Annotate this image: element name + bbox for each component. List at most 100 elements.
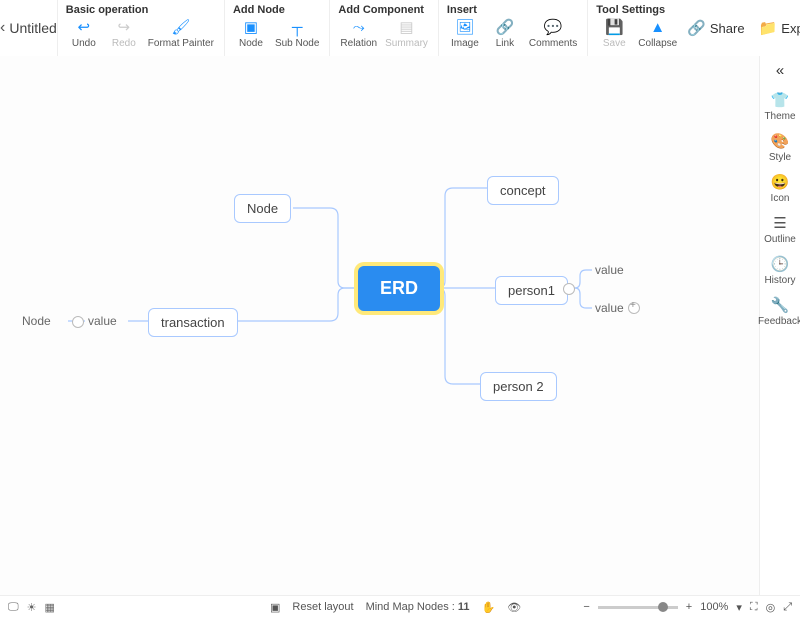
insert-link-button[interactable]: 🔗 Link — [487, 18, 523, 49]
sidebar-outline[interactable]: ☰Outline — [760, 210, 800, 249]
share-label: Share — [710, 21, 745, 36]
subnode-icon: ┬ — [288, 18, 306, 36]
sidebar-style[interactable]: 🎨 Style — [760, 128, 800, 167]
leaf-value-1[interactable]: value — [595, 263, 624, 277]
node-person1[interactable]: person1 — [495, 276, 568, 305]
share-icon: 🔗 — [687, 19, 706, 37]
fullscreen-icon[interactable]: ⤢ — [783, 601, 792, 614]
zoom-in-button[interactable]: + — [686, 601, 692, 613]
canvas-area[interactable]: ERD Node transaction value Node concept … — [0, 56, 760, 596]
sidebar-feedback[interactable]: 🔧Feedback — [760, 292, 800, 331]
leaf-node-left[interactable]: Node — [22, 314, 51, 328]
status-bar: 🖵 ☀ ▦ ▣ Reset layout Mind Map Nodes : 11… — [0, 595, 800, 618]
node-node[interactable]: Node — [234, 194, 291, 223]
insert-image-button[interactable]: 🖼 Image — [447, 18, 483, 49]
node-icon: ▣ — [242, 18, 260, 36]
sidebar-theme[interactable]: 👕Theme — [760, 87, 800, 126]
sidebar-icon[interactable]: 😀Icon — [760, 169, 800, 208]
brightness-icon[interactable]: ☀ — [27, 601, 37, 614]
reset-layout-icon[interactable]: ▣ — [270, 601, 280, 614]
node-label: Node — [239, 38, 263, 49]
export-button[interactable]: 📁 Export — [759, 19, 800, 37]
reset-layout-button[interactable]: Reset layout — [292, 601, 353, 613]
theme-icon: 👕 — [771, 91, 790, 109]
group-add-node: Add Node ▣ Node ┬ Sub Node — [224, 0, 329, 56]
fit-screen-icon[interactable]: ⛶ — [750, 601, 758, 614]
hand-tool-icon[interactable]: ✋ — [482, 601, 496, 614]
comments-label: Comments — [529, 38, 577, 49]
zoom-value: 100% — [700, 601, 728, 613]
leaf-value-2[interactable]: value — [595, 301, 624, 315]
sidebar-label: Icon — [771, 193, 790, 204]
save-button[interactable]: 💾 Save — [596, 18, 632, 49]
zoom-slider-handle[interactable] — [658, 602, 668, 612]
double-chevron-left-icon: « — [776, 62, 784, 79]
sidebar-label: Style — [769, 152, 791, 163]
format-painter-button[interactable]: 🖌 Format Painter — [146, 18, 216, 49]
group-title: Add Node — [233, 0, 321, 18]
link-icon: 🔗 — [496, 18, 514, 36]
zoom-out-button[interactable]: − — [583, 601, 589, 613]
outline-icon: ☰ — [773, 214, 786, 232]
node-count-label: Mind Map Nodes : — [366, 601, 455, 613]
node-transaction[interactable]: transaction — [148, 308, 238, 337]
undo-icon: ↩ — [75, 18, 93, 36]
save-label: Save — [603, 38, 626, 49]
add-subnode-button[interactable]: ┬ Sub Node — [273, 18, 321, 49]
undo-button[interactable]: ↩ Undo — [66, 18, 102, 49]
save-icon: 💾 — [605, 18, 623, 36]
collapse-handle-icon[interactable] — [563, 283, 575, 295]
redo-label: Redo — [112, 38, 136, 49]
root-node-erd[interactable]: ERD — [358, 266, 440, 311]
right-sidebar: « 👕Theme 🎨Style 😀Icon ☰Outline 🕒History … — [759, 56, 800, 596]
leaf-value-left[interactable]: value — [88, 314, 117, 328]
document-title[interactable]: Untitled — [5, 0, 56, 56]
collapse-icon: ▲ — [649, 18, 667, 36]
collapse-button[interactable]: ▲ Collapse — [636, 18, 679, 49]
link-label: Link — [496, 38, 514, 49]
grid-icon[interactable]: ▦ — [44, 601, 54, 614]
node-concept[interactable]: concept — [487, 176, 559, 205]
sidebar-collapse-button[interactable]: « — [776, 62, 784, 79]
add-child-icon[interactable] — [628, 302, 640, 314]
relation-button[interactable]: ⤳ Relation — [338, 18, 379, 49]
redo-icon: ↪ — [115, 18, 133, 36]
image-label: Image — [451, 38, 479, 49]
style-icon: 🎨 — [771, 132, 790, 150]
node-person2[interactable]: person 2 — [480, 372, 557, 401]
comments-icon: 💬 — [544, 18, 562, 36]
node-count-value: 11 — [458, 601, 470, 613]
export-icon: 📁 — [759, 19, 778, 37]
sidebar-label: History — [764, 275, 795, 286]
share-button[interactable]: 🔗 Share — [687, 19, 744, 37]
collapse-label: Collapse — [638, 38, 677, 49]
redo-button[interactable]: ↪ Redo — [106, 18, 142, 49]
group-title: Insert — [447, 0, 579, 18]
monitor-icon[interactable]: 🖵 — [8, 601, 19, 614]
zoom-dropdown-icon[interactable]: ▾ — [736, 601, 742, 614]
add-node-button[interactable]: ▣ Node — [233, 18, 269, 49]
collapse-handle-icon[interactable] — [72, 316, 84, 328]
export-label: Export — [781, 21, 800, 36]
history-icon: 🕒 — [771, 255, 790, 273]
relation-label: Relation — [340, 38, 377, 49]
summary-button[interactable]: ▤ Summary — [383, 18, 430, 49]
group-title: Add Component — [338, 0, 430, 18]
zoom-slider[interactable] — [598, 606, 678, 609]
group-insert: Insert 🖼 Image 🔗 Link 💬 Comments — [438, 0, 587, 56]
summary-label: Summary — [385, 38, 428, 49]
summary-icon: ▤ — [398, 18, 416, 36]
format-label: Format Painter — [148, 38, 214, 49]
subnode-label: Sub Node — [275, 38, 319, 49]
format-painter-icon: 🖌 — [172, 18, 190, 36]
eye-icon[interactable]: 👁 — [507, 601, 521, 614]
sidebar-label: Feedback — [758, 316, 800, 327]
center-icon[interactable]: ◎ — [766, 601, 776, 614]
undo-label: Undo — [72, 38, 96, 49]
group-title: Tool Settings — [596, 0, 679, 18]
sidebar-history[interactable]: 🕒 History — [760, 251, 800, 290]
group-add-component: Add Component ⤳ Relation ▤ Summary — [329, 0, 438, 56]
group-title: Basic operation — [66, 0, 216, 18]
insert-comments-button[interactable]: 💬 Comments — [527, 18, 579, 49]
group-tool-settings: Tool Settings 💾 Save ▲ Collapse — [587, 0, 687, 56]
